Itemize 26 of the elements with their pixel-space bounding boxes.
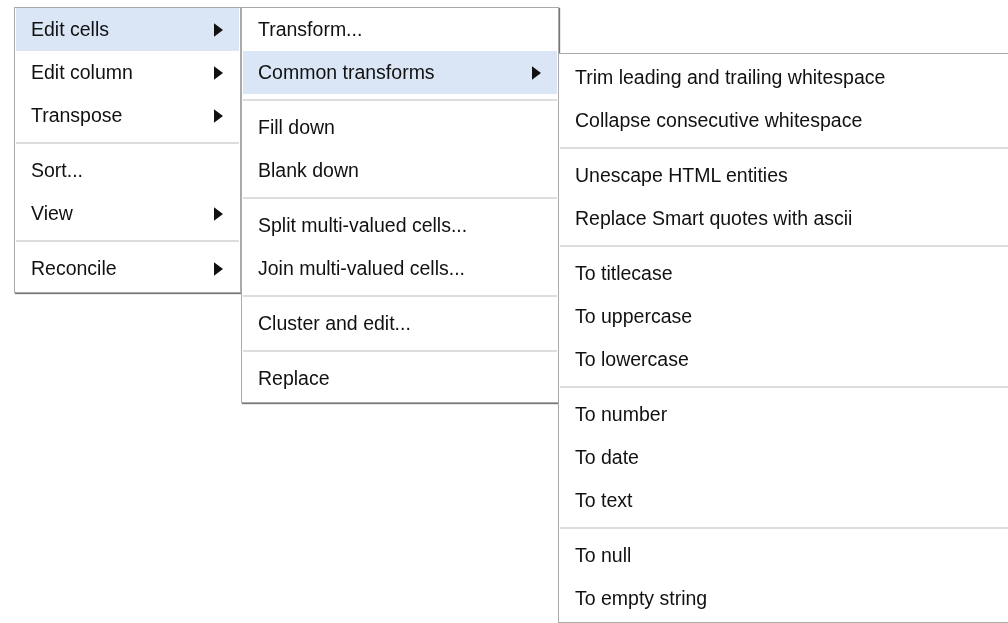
menu-item[interactable]: To lowercase bbox=[560, 338, 1008, 381]
menu-item[interactable]: Edit column bbox=[16, 51, 239, 94]
menu-item[interactable]: Replace bbox=[243, 357, 557, 400]
menu-item[interactable]: Transpose bbox=[16, 94, 239, 137]
menu-item[interactable]: Trim leading and trailing whitespace bbox=[560, 56, 1008, 99]
menu-item[interactable]: Collapse consecutive whitespace bbox=[560, 99, 1008, 142]
menu-item[interactable]: Common transforms bbox=[243, 51, 557, 94]
menu-item[interactable]: View bbox=[16, 192, 239, 235]
menu-item[interactable]: Reconcile bbox=[16, 247, 239, 290]
menu-item[interactable]: Replace Smart quotes with ascii bbox=[560, 197, 1008, 240]
menu-item[interactable]: Sort... bbox=[16, 149, 239, 192]
menu-item[interactable]: To titlecase bbox=[560, 252, 1008, 295]
menu-item[interactable]: Cluster and edit... bbox=[243, 302, 557, 345]
menu-item[interactable]: Blank down bbox=[243, 149, 557, 192]
menu-item[interactable]: Join multi-valued cells... bbox=[243, 247, 557, 290]
menu-item[interactable]: To empty string bbox=[560, 577, 1008, 620]
menu-item[interactable]: Split multi-valued cells... bbox=[243, 204, 557, 247]
menu-item[interactable]: Fill down bbox=[243, 106, 557, 149]
menu-item[interactable]: To number bbox=[560, 393, 1008, 436]
menu-item[interactable]: To date bbox=[560, 436, 1008, 479]
menu-item[interactable]: Unescape HTML entities bbox=[560, 154, 1008, 197]
menu-item[interactable]: Transform... bbox=[243, 8, 557, 51]
menu-item[interactable]: Edit cells bbox=[16, 8, 239, 51]
menu-item[interactable]: To null bbox=[560, 534, 1008, 577]
menu-item[interactable]: To text bbox=[560, 479, 1008, 522]
menu-item[interactable]: To uppercase bbox=[560, 295, 1008, 338]
